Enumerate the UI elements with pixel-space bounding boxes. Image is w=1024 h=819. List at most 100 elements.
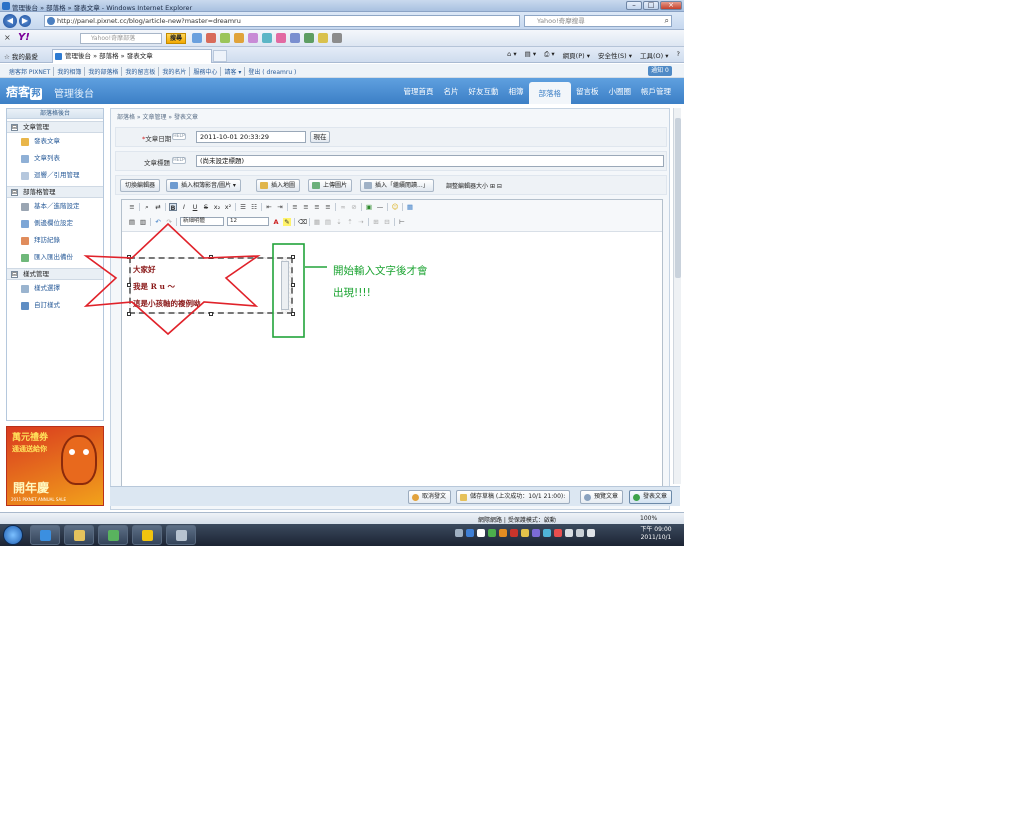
- resize-icons[interactable]: ⊞ ⊟: [490, 183, 502, 190]
- print-icon[interactable]: ⎙ ▾: [544, 50, 555, 60]
- unlink-icon[interactable]: ⊘: [350, 203, 358, 211]
- font-color-icon[interactable]: A: [272, 218, 280, 226]
- collapse-icon[interactable]: ⊟: [11, 189, 18, 196]
- horizontal-rule-icon[interactable]: —: [376, 203, 384, 211]
- undo-icon[interactable]: ↶: [154, 218, 162, 226]
- insert-col-icon[interactable]: ⇢: [357, 218, 365, 226]
- insert-row-icon[interactable]: ⇣: [335, 218, 343, 226]
- toplink-invite[interactable]: 請客 ▾: [221, 67, 246, 76]
- new-tab-button[interactable]: [213, 50, 227, 62]
- toplink-card[interactable]: 我的名片: [159, 67, 191, 76]
- toplink-pixnet[interactable]: 痞客邦 PIXNET: [6, 67, 55, 76]
- editor-body[interactable]: 大家好 我是 R u ～ 這是小孩軸的複例呦: [131, 259, 281, 312]
- sidebar-item-backup[interactable]: 匯入匯出備份: [7, 249, 103, 266]
- subscript-icon[interactable]: x₂: [213, 203, 221, 211]
- justify-icon[interactable]: ≡: [324, 203, 332, 211]
- bullet-list-icon[interactable]: ☷: [250, 203, 258, 211]
- sidebar-item-article-list[interactable]: 文章列表: [7, 150, 103, 167]
- close-toolbar-icon[interactable]: ×: [4, 33, 11, 42]
- switch-editor-button[interactable]: 切換編輯器: [120, 179, 161, 192]
- toplink-logout[interactable]: 登出 ( dreamru ): [245, 67, 299, 76]
- auction-icon[interactable]: [220, 33, 230, 43]
- pixnet-logo[interactable]: 痞客邦: [6, 83, 43, 100]
- sidebar-section-blog[interactable]: ⊟ 部落格管理: [7, 186, 103, 198]
- save-draft-button[interactable]: 儲存草稿 (上次成功：10/1 21:00):: [456, 490, 571, 504]
- split-cell-icon[interactable]: ⊞: [372, 218, 380, 226]
- forward-icon[interactable]: ▶: [19, 15, 31, 27]
- tray-green-icon[interactable]: [488, 529, 496, 537]
- nav-blog[interactable]: 部落格: [528, 82, 571, 104]
- highlight-color-icon[interactable]: ✎: [283, 217, 291, 226]
- travel-icon[interactable]: [318, 33, 328, 43]
- merge-cell-icon[interactable]: ⊟: [383, 218, 391, 226]
- scrollbar-thumb[interactable]: [675, 118, 681, 278]
- sidebar-item-settings[interactable]: 基本／進階設定: [7, 198, 103, 215]
- tab-active[interactable]: 管理後台 » 部落格 » 發表文章: [52, 49, 212, 63]
- notification-badge[interactable]: 通知 0: [648, 66, 672, 76]
- tools-menu[interactable]: 工具(O) ▾: [640, 50, 669, 60]
- nav-friends[interactable]: 好友互動: [464, 82, 504, 104]
- redo-icon[interactable]: ↷: [165, 218, 173, 226]
- resize-handle[interactable]: [291, 312, 295, 316]
- superscript-icon[interactable]: x²: [224, 203, 232, 211]
- toplink-service[interactable]: 服務中心: [190, 67, 222, 76]
- emoticon-icon[interactable]: ☺: [391, 203, 399, 211]
- resize-handle[interactable]: [127, 255, 131, 259]
- search-icon[interactable]: ⌕: [665, 16, 669, 26]
- taskbar-yahoo-icon[interactable]: [132, 525, 162, 545]
- align-right-icon[interactable]: ≡: [313, 203, 321, 211]
- shopping-icon[interactable]: [234, 33, 244, 43]
- finance-icon[interactable]: [304, 33, 314, 43]
- selected-text-area[interactable]: 大家好 我是 R u ～ 這是小孩軸的複例呦: [127, 255, 295, 316]
- align-center-icon[interactable]: ≡: [302, 203, 310, 211]
- yahoo-logo[interactable]: Y!: [18, 32, 30, 43]
- collapse-icon[interactable]: ⊟: [11, 271, 18, 278]
- bluetooth-icon[interactable]: [477, 529, 485, 537]
- bold-icon[interactable]: B: [169, 203, 177, 212]
- url-field[interactable]: http://panel.pixnet.cc/blog/article-new?…: [44, 15, 520, 27]
- paste-icon[interactable]: ▤: [128, 218, 136, 226]
- answers-icon[interactable]: [248, 33, 258, 43]
- toplink-album[interactable]: 我的相簿: [54, 67, 86, 76]
- browser-search-input[interactable]: Yahoo!奇摩搜尋 ⌕: [524, 15, 672, 27]
- sidebar-item-new-article[interactable]: 發表文章: [7, 133, 103, 150]
- mail-icon[interactable]: [192, 33, 202, 43]
- sidebar-section-articles[interactable]: ⊟ 文章管理: [7, 121, 103, 133]
- keyboard-icon[interactable]: [455, 529, 463, 537]
- table-props-icon[interactable]: ▤: [324, 218, 332, 226]
- underline-icon[interactable]: U: [191, 203, 199, 211]
- promo-banner[interactable]: 萬元禮券 通通送給你 開年慶 2011 PIXNET ANNUAL SALE: [6, 426, 104, 506]
- back-icon[interactable]: ◀: [3, 14, 17, 28]
- page-menu[interactable]: 網頁(P) ▾: [563, 50, 590, 60]
- resize-handle[interactable]: [291, 255, 295, 259]
- weather-icon[interactable]: [262, 33, 272, 43]
- tray-yellow-icon[interactable]: [521, 529, 529, 537]
- insert-readmore-button[interactable]: 插入「繼續閱讀...」: [360, 179, 434, 192]
- flag-icon[interactable]: [565, 529, 573, 537]
- volume-icon[interactable]: [587, 529, 595, 537]
- resize-handle[interactable]: [209, 255, 213, 259]
- sidebar-item-comments[interactable]: 迴響／引用管理: [7, 167, 103, 184]
- html-source-icon[interactable]: ≡: [128, 203, 136, 211]
- strikethrough-icon[interactable]: S: [202, 203, 210, 211]
- remove-format-icon[interactable]: ⌫: [298, 218, 307, 226]
- toplink-guestbook[interactable]: 我的留言板: [122, 67, 160, 76]
- help-tray-icon[interactable]: [466, 529, 474, 537]
- feeds-icon[interactable]: ▤ ▾: [525, 50, 536, 60]
- taskbar-app-icon[interactable]: [166, 525, 196, 545]
- tray-cyan-icon[interactable]: [543, 529, 551, 537]
- resize-handle[interactable]: [127, 312, 131, 316]
- resize-handle[interactable]: [291, 283, 295, 287]
- insert-image-icon[interactable]: ▣: [365, 203, 373, 211]
- numbered-list-icon[interactable]: ☰: [239, 203, 247, 211]
- cancel-post-button[interactable]: 取消發文: [408, 490, 452, 504]
- close-button[interactable]: ×: [660, 1, 682, 10]
- sidebar-item-visits[interactable]: 拜訪紀錄: [7, 232, 103, 249]
- taskbar-messenger-icon[interactable]: [98, 525, 128, 545]
- taskbar-explorer-icon[interactable]: [64, 525, 94, 545]
- date-help-icon[interactable]: HELP: [172, 133, 186, 140]
- start-button[interactable]: [3, 525, 23, 545]
- toplink-blog[interactable]: 我的部落格: [85, 67, 123, 76]
- home-icon[interactable]: ⌂ ▾: [507, 50, 516, 60]
- tray-alert-icon[interactable]: [554, 529, 562, 537]
